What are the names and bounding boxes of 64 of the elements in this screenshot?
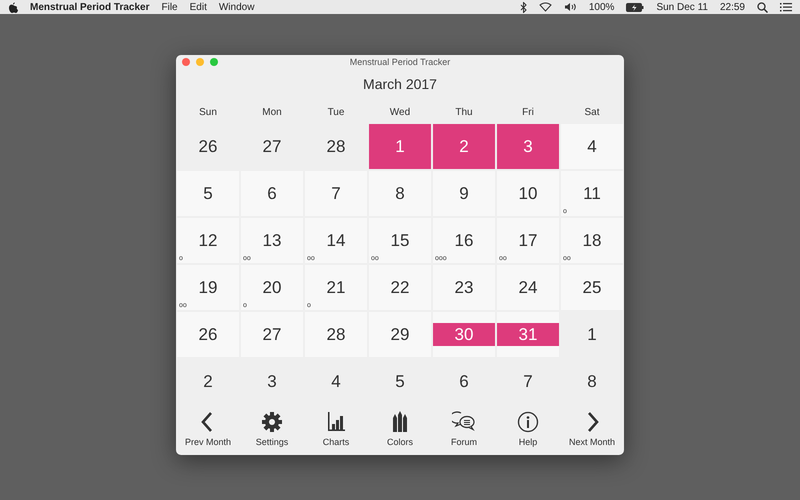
day-cell[interactable]: 8 bbox=[369, 171, 431, 216]
day-cell[interactable]: 6 bbox=[433, 359, 495, 404]
day-cell[interactable]: 1 bbox=[369, 124, 431, 169]
info-icon bbox=[516, 410, 540, 434]
close-button[interactable] bbox=[182, 58, 190, 66]
day-cell[interactable]: 30 bbox=[433, 312, 495, 357]
day-cell[interactable]: 26 bbox=[177, 124, 239, 169]
weekday-label: Fri bbox=[522, 106, 534, 120]
day-cell[interactable]: 22 bbox=[369, 265, 431, 310]
battery-text: 100% bbox=[588, 0, 614, 14]
day-cell[interactable]: 9 bbox=[433, 171, 495, 216]
weekday-label: Wed bbox=[390, 106, 410, 120]
day-cell[interactable]: 28 bbox=[305, 124, 367, 169]
volume-icon[interactable] bbox=[564, 2, 577, 12]
day-cell[interactable]: 5 bbox=[177, 171, 239, 216]
date-text: Sun Dec 11 bbox=[656, 0, 708, 14]
day-cell[interactable]: 24 bbox=[497, 265, 559, 310]
battery-icon[interactable] bbox=[626, 2, 644, 12]
day-cell[interactable]: 29 bbox=[369, 312, 431, 357]
clock-text: 22:59 bbox=[720, 0, 745, 14]
weekday-label: Sat bbox=[584, 106, 600, 120]
day-cell[interactable]: 28 bbox=[305, 312, 367, 357]
window-title: Menstrual Period Tracker bbox=[350, 56, 450, 69]
weekday-label: Thu bbox=[455, 106, 473, 120]
bluetooth-icon[interactable] bbox=[520, 2, 527, 12]
day-cell[interactable]: 2 bbox=[433, 124, 495, 169]
menu-item[interactable]: Edit bbox=[190, 0, 207, 14]
day-cell[interactable]: 6 bbox=[241, 171, 303, 216]
toolbar-button[interactable]: Settings bbox=[240, 410, 304, 450]
day-cell[interactable]: 4 bbox=[305, 359, 367, 404]
day-cell[interactable]: 8 bbox=[561, 359, 623, 404]
day-cell[interactable]: 31 bbox=[497, 312, 559, 357]
toolbar-button[interactable]: Charts bbox=[304, 410, 368, 450]
toolbar-button[interactable]: Help bbox=[496, 410, 560, 450]
apple-icon[interactable] bbox=[8, 2, 18, 12]
toolbar-button[interactable]: Prev Month bbox=[176, 410, 240, 450]
weekday-label: Sun bbox=[199, 106, 217, 120]
list-icon[interactable] bbox=[780, 2, 792, 12]
day-cell[interactable]: 4 bbox=[561, 124, 623, 169]
month-title: March 2017 bbox=[362, 75, 438, 94]
toolbar-button[interactable]: Next Month bbox=[560, 410, 624, 450]
day-cell[interactable]: 3 bbox=[241, 359, 303, 404]
day-cell[interactable]: 7 bbox=[305, 171, 367, 216]
menu-item[interactable]: Window bbox=[218, 0, 254, 14]
day-cell[interactable]: 27 bbox=[241, 124, 303, 169]
day-cell[interactable]: 26 bbox=[177, 312, 239, 357]
search-icon[interactable] bbox=[757, 2, 768, 12]
menu-item[interactable]: File bbox=[162, 0, 178, 14]
toolbar-button[interactable]: Forum bbox=[432, 410, 496, 450]
weekday-label: Tue bbox=[328, 106, 344, 120]
day-cell[interactable]: 5 bbox=[369, 359, 431, 404]
toolbar-button[interactable]: Colors bbox=[368, 410, 432, 450]
day-cell[interactable]: 27 bbox=[241, 312, 303, 357]
day-cell[interactable]: 10 bbox=[497, 171, 559, 216]
day-cell[interactable]: 25 bbox=[561, 265, 623, 310]
app-menu[interactable]: Menstrual Period Tracker bbox=[30, 0, 150, 14]
weekday-label: Mon bbox=[262, 106, 282, 120]
day-cell[interactable]: 23 bbox=[433, 265, 495, 310]
day-cell[interactable]: 1 bbox=[561, 312, 623, 357]
settings-icon bbox=[260, 410, 284, 434]
day-cell[interactable]: 7 bbox=[497, 359, 559, 404]
day-cell[interactable]: 2 bbox=[177, 359, 239, 404]
day-cell[interactable]: 3 bbox=[497, 124, 559, 169]
wifi-icon[interactable] bbox=[538, 2, 552, 12]
